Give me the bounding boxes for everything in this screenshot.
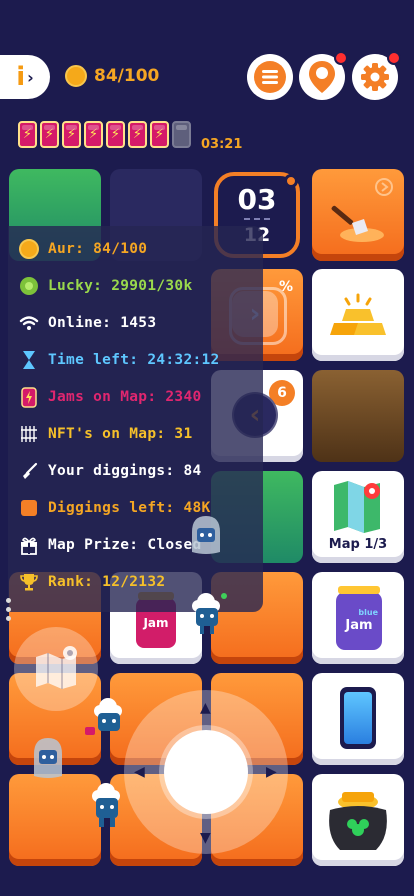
lightning-icon: ⚡ (66, 127, 77, 142)
dug-dirt-tile[interactable] (312, 370, 404, 462)
lightning-icon: ⚡ (154, 127, 165, 142)
chevron-right-icon: › (27, 67, 34, 87)
timer-minutes: 03 (237, 182, 277, 216)
gear-icon (361, 63, 389, 91)
aur-coin-icon (65, 65, 87, 87)
stat-diggings-left: Diggings left: 48K (18, 497, 211, 519)
settings-notification-dot (387, 51, 401, 65)
blue-jam-reward-tile[interactable]: blue Jam (312, 572, 404, 664)
gift-icon (18, 534, 40, 556)
phone-icon (340, 687, 376, 749)
energy-cell-full: ⚡ (106, 121, 125, 148)
pot-of-gold-icon (329, 792, 387, 850)
energy-cell-full: ⚡ (18, 121, 37, 148)
info-icon: i (16, 62, 26, 92)
energy-bar: ⚡ ⚡ ⚡ ⚡ ⚡ ⚡ ⚡ (18, 121, 191, 148)
timer-divider (244, 217, 270, 220)
arrow-left-icon[interactable]: ◀ (134, 764, 145, 780)
energy-refill-timer: 03:21 (201, 137, 243, 152)
player-avatar-digger[interactable] (84, 697, 128, 747)
shovel-icon (18, 460, 40, 482)
clover-coin-icon (18, 275, 40, 297)
map-label: Map 1/3 (328, 537, 388, 552)
blue-jam-tag: blue (358, 608, 378, 617)
coin-icon (18, 238, 40, 260)
map-icon (36, 646, 77, 689)
stat-map-prize-label: Map Prize: Closed (48, 537, 202, 553)
settings-button[interactable] (352, 51, 401, 100)
location-button[interactable] (299, 51, 348, 100)
arrow-right-icon[interactable]: ▶ (266, 764, 277, 780)
stat-time-left: Time left: 24:32:12 (18, 349, 220, 371)
stat-aur: Aur: 84/100 (18, 238, 147, 260)
arrow-down-icon[interactable]: ▼ (200, 830, 211, 846)
stat-aur-label: Aur: 84/100 (48, 241, 148, 257)
timer-indicator-dot (284, 174, 298, 188)
energy-cell-full: ⚡ (150, 121, 169, 148)
stat-your-diggings-label: Your diggings: 84 (48, 463, 202, 479)
stat-your-diggings: Your diggings: 84 (18, 460, 202, 482)
map-pin-icon (309, 61, 335, 93)
stat-nfts-label: NFT's on Map: 31 (48, 426, 193, 442)
dig-action-button[interactable] (164, 730, 248, 814)
phone-reward-tile[interactable] (312, 673, 404, 765)
player-avatar-ghost[interactable] (28, 734, 68, 786)
percent-label: % (278, 279, 293, 295)
folded-map-icon (334, 481, 380, 533)
lightning-icon: ⚡ (132, 127, 143, 142)
wifi-icon (18, 312, 40, 334)
jam-energy-icon (18, 386, 40, 408)
energy-cell-full: ⚡ (128, 121, 147, 148)
coin-counter: 84/100 (94, 66, 160, 86)
lightning-icon: ⚡ (22, 127, 33, 142)
blue-jam-label: Jam (345, 618, 373, 633)
energy-cell-full: ⚡ (84, 121, 103, 148)
nft-grid-icon (18, 423, 40, 445)
location-notification-dot (334, 51, 348, 65)
arrow-up-icon[interactable]: ▲ (200, 700, 211, 716)
lightning-icon: ⚡ (88, 127, 99, 142)
jam-label: Jam (143, 616, 169, 630)
hamburger-icon (254, 61, 286, 93)
hourglass-icon (18, 349, 40, 371)
side-handle[interactable] (6, 598, 11, 625)
trophy-icon (18, 571, 40, 593)
map-progress-tile[interactable]: Map 1/3 (312, 471, 404, 563)
stat-map-prize: Map Prize: Closed (18, 534, 202, 556)
dig-tile[interactable] (312, 169, 404, 261)
stat-online: Online: 1453 (18, 312, 156, 334)
lucky-pot-tile[interactable] (312, 774, 404, 866)
stat-lucky-label: Lucky: 29901/30k (48, 278, 193, 294)
square-icon (18, 497, 40, 519)
lightning-icon: ⚡ (44, 127, 55, 142)
lightning-icon: ⚡ (110, 127, 121, 142)
player-avatar-digger[interactable] (86, 782, 128, 834)
energy-cell-full: ⚡ (62, 121, 81, 148)
stat-nfts: NFT's on Map: 31 (18, 423, 192, 445)
gold-bars-icon (330, 293, 386, 335)
shovel-dig-icon (331, 178, 393, 242)
player-avatar-ghost[interactable] (186, 512, 226, 562)
stat-rank-label: Rank: 12/2132 (48, 574, 166, 590)
gold-reward-tile[interactable] (312, 269, 404, 361)
stat-rank: Rank: 12/2132 (18, 571, 165, 593)
player-avatar-digger[interactable] (186, 592, 228, 642)
stat-jams: Jams on Map: 2340 (18, 386, 202, 408)
energy-cell-full: ⚡ (40, 121, 59, 148)
blue-jam-jar-icon: blue Jam (336, 586, 382, 650)
stat-lucky: Lucky: 29901/30k (18, 275, 192, 297)
stat-jams-label: Jams on Map: 2340 (48, 389, 202, 405)
energy-cell-empty (172, 121, 191, 148)
info-toggle-button[interactable]: i › (0, 55, 50, 99)
stat-online-label: Online: 1453 (48, 315, 157, 331)
menu-button[interactable] (247, 54, 293, 100)
stat-time-left-label: Time left: 24:32:12 (48, 352, 220, 368)
